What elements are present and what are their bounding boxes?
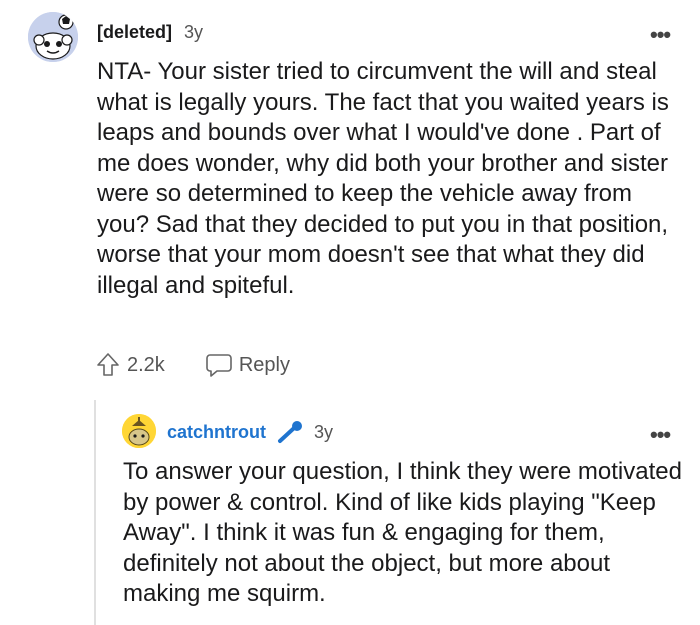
speech-bubble-icon: [206, 354, 232, 377]
thread-line[interactable]: [94, 400, 96, 625]
reply-age: 3y: [314, 421, 334, 442]
ellipsis-icon[interactable]: •••: [650, 24, 671, 46]
snoo-avatar-icon: [28, 12, 78, 62]
reply-label: Reply: [238, 353, 290, 376]
upvote-count: 2.2k: [127, 353, 165, 376]
avatar[interactable]: [28, 12, 78, 62]
upvote-button[interactable]: 2.2k: [95, 352, 165, 378]
reply-avatar[interactable]: [122, 414, 156, 448]
reply-button[interactable]: Reply: [205, 352, 290, 378]
comment-actions: 2.2k Reply: [95, 352, 290, 378]
comment-body: NTA- Your sister tried to circumvent the…: [97, 58, 669, 299]
microphone-icon: [278, 421, 302, 443]
upvote-arrow-icon: [97, 353, 119, 376]
reply-meta: catchntrout 3y: [167, 420, 333, 444]
reply-author[interactable]: catchntrout: [167, 422, 266, 443]
ellipsis-icon[interactable]: •••: [650, 424, 671, 446]
comment-author[interactable]: [deleted]: [97, 22, 172, 43]
reply-body: To answer your question, I think they we…: [123, 458, 682, 607]
snoo-avatar-icon: [122, 414, 156, 448]
comment-age: 3y: [184, 22, 204, 42]
comment-meta: [deleted] 3y: [97, 22, 203, 43]
